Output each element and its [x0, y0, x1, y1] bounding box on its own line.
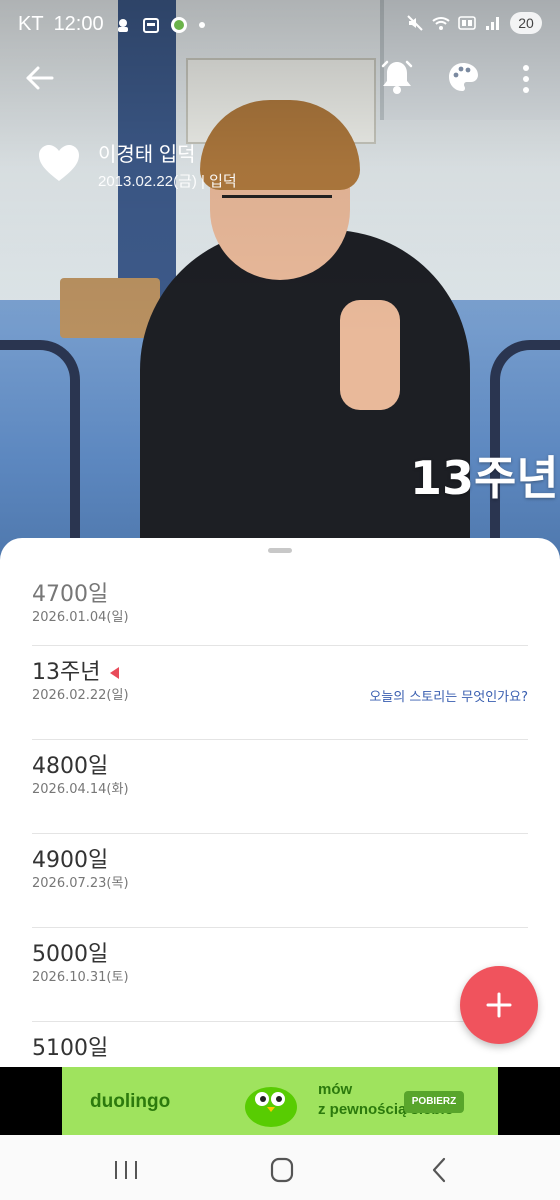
status-bar: KT 12:00 20	[0, 0, 560, 50]
sheet-drag-handle[interactable]	[268, 548, 292, 553]
hd-icon	[458, 16, 476, 30]
milestone-date: 2026.01.04(일)	[32, 610, 129, 625]
milestone-item[interactable]: 4900일 2026.07.23(목)	[32, 834, 528, 928]
milestone-item[interactable]: 5000일 2026.10.31(토)	[32, 928, 528, 1022]
dot-icon	[198, 21, 205, 28]
ad-brand: duolingo	[90, 1091, 171, 1112]
event-subtitle: 2013.02.22(금) | 입덕	[98, 173, 237, 190]
milestone-item[interactable]: 5100일	[32, 1022, 528, 1068]
milestone-label: 4800일	[32, 754, 109, 779]
milestone-label-text: 13주년	[32, 660, 101, 685]
clock: 12:00	[53, 13, 104, 35]
signal-icon	[486, 17, 499, 30]
milestone-label: 13주년	[32, 654, 120, 686]
ad-cta-button[interactable]: POBIERZ	[404, 1091, 464, 1113]
ad-headline-1: mów	[318, 1081, 353, 1098]
owl-mascot-icon	[245, 1087, 297, 1127]
milestone-item[interactable]: 13주년 2026.02.22(일) 오늘의 스토리는 무엇인가요?	[32, 646, 528, 740]
add-button[interactable]	[460, 966, 538, 1044]
milestone-item[interactable]: 4800일 2026.04.14(화)	[32, 740, 528, 834]
milestone-label: 4700일	[32, 582, 109, 607]
calendar-icon	[142, 17, 159, 33]
anniversary-badge: 13주년	[410, 451, 559, 505]
arrow-left-icon[interactable]	[22, 60, 58, 96]
wifi-icon	[432, 17, 450, 30]
heart-icon[interactable]	[36, 142, 82, 184]
recent-apps-icon[interactable]	[106, 1155, 146, 1185]
milestone-date: 2026.07.23(목)	[32, 876, 129, 891]
top-action-bar	[0, 52, 560, 102]
milestone-date: 2026.10.31(토)	[32, 970, 129, 985]
milestone-date: 2026.04.14(화)	[32, 782, 129, 797]
system-nav-bar	[0, 1135, 560, 1200]
ad-banner[interactable]: duolingo mów z pewnością siebie POBIERZ	[62, 1067, 498, 1135]
story-prompt-link[interactable]: 오늘의 스토리는 무엇인가요?	[369, 686, 528, 705]
mute-icon	[407, 15, 423, 31]
milestone-label: 5100일	[32, 1036, 109, 1061]
event-header: 이경태 입덕 2013.02.22(금) | 입덕	[36, 138, 336, 198]
milestone-list: 4700일 2026.01.04(일) 13주년 2026.02.22(일) 오…	[32, 568, 528, 1068]
back-nav-icon[interactable]	[420, 1155, 460, 1185]
milestone-date: 2026.02.22(일)	[32, 688, 129, 703]
milestone-label: 5000일	[32, 942, 109, 967]
milestone-label: 4900일	[32, 848, 109, 873]
milestone-item[interactable]: 4700일 2026.01.04(일)	[32, 568, 528, 646]
palette-icon[interactable]	[446, 60, 480, 94]
more-vertical-icon[interactable]	[516, 62, 536, 96]
ad-container: duolingo mów z pewnością siebie POBIERZ	[0, 1067, 560, 1135]
battery-indicator: 20	[510, 12, 542, 34]
app-icon	[170, 16, 187, 33]
notification-icon	[117, 18, 128, 32]
home-icon[interactable]	[262, 1155, 302, 1185]
today-marker-icon	[110, 667, 120, 679]
bell-icon[interactable]	[380, 58, 414, 96]
plus-icon	[486, 992, 512, 1018]
carrier-label: KT	[18, 13, 44, 35]
event-title: 이경태 입덕	[98, 144, 196, 166]
